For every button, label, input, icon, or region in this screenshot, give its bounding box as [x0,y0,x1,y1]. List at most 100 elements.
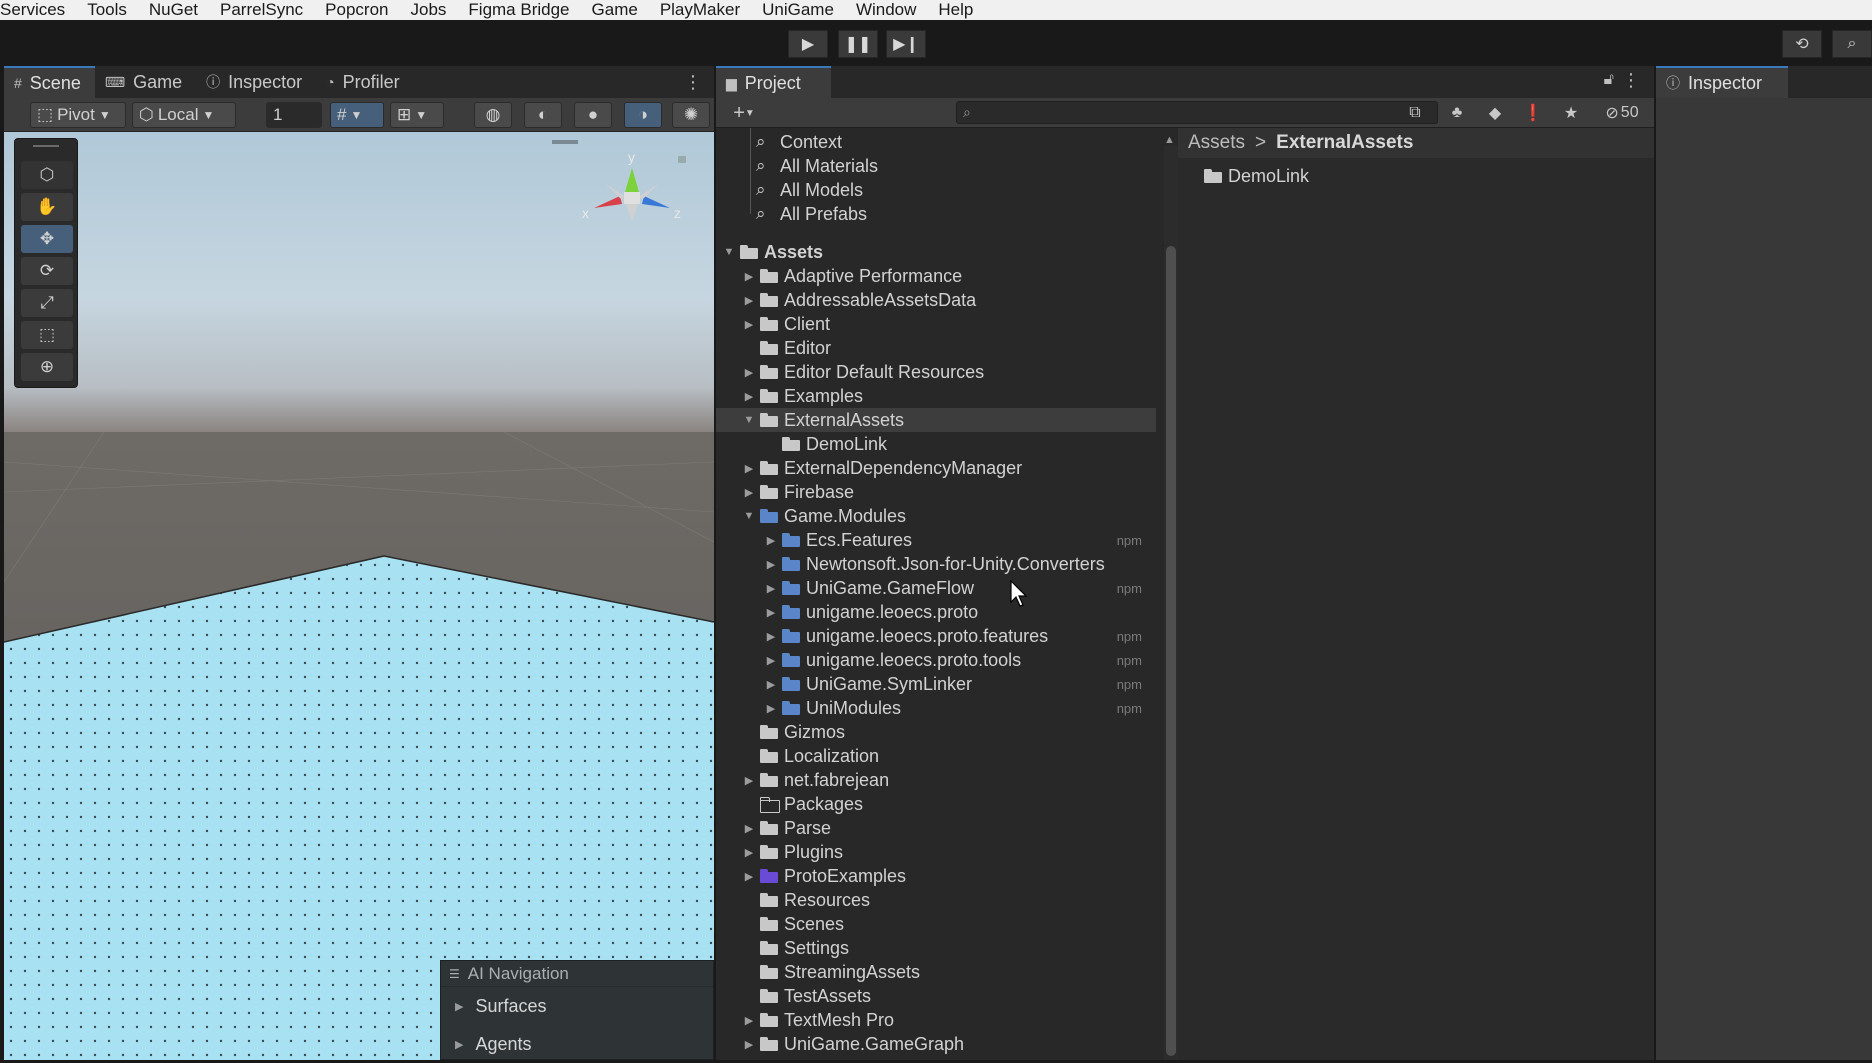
tree-item-resources[interactable]: Resources [716,888,1156,912]
favorite-item[interactable]: ⌕ Context [716,130,1156,154]
hidden-packages-button[interactable]: ⊘ 50 [1594,100,1650,126]
more-options-icon[interactable]: ⋮ [1622,70,1640,91]
drag-handle[interactable] [33,145,59,147]
ai-navigation-item-surfaces[interactable]: ▶ Surfaces [441,987,713,1025]
tab-profiler[interactable]: ◔ Profiler [316,66,413,98]
tree-item-game-modules[interactable]: ▼ Game.Modules [716,504,1156,528]
chevron-right-icon[interactable]: ▶ [742,294,756,307]
chevron-right-icon[interactable]: ▶ [764,678,778,691]
grid-size-input[interactable]: 1 [266,102,322,128]
favorite-item[interactable]: ⌕ All Prefabs [716,202,1156,226]
chevron-right-icon[interactable]: ▶ [742,390,756,403]
chevron-right-icon[interactable]: ▶ [742,366,756,379]
tree-item-unigame-symlinker[interactable]: ▶ UniGame.SymLinker npm [716,672,1156,696]
wireframe-button[interactable]: ◍ [474,102,512,128]
history-button[interactable]: ⟲ [1782,30,1822,58]
ai-navigation-header[interactable]: ☰ AI Navigation [441,961,713,987]
chevron-right-icon[interactable]: ▶ [764,582,778,595]
chevron-right-icon[interactable]: ▶ [742,774,756,787]
chevron-right-icon[interactable]: ▶ [742,318,756,331]
chevron-right-icon[interactable]: ▶ [742,870,756,883]
play-button[interactable]: ▶ [788,30,828,58]
tab-project[interactable]: ▆ Project [716,66,831,98]
chevron-right-icon[interactable]: ▶ [742,822,756,835]
create-button[interactable]: + ▼ [722,100,766,126]
menu-item-tools[interactable]: Tools [76,0,138,20]
pivot-dropdown[interactable]: ⬚ Pivot ▼ [30,102,126,128]
filter-log-button[interactable]: ❗ [1518,100,1548,126]
chevron-right-icon[interactable]: ▶ [742,846,756,859]
menu-item-jobs[interactable]: Jobs [399,0,457,20]
filter-label-button[interactable]: ◆ [1480,100,1510,126]
chevron-right-icon[interactable]: ▶ [742,270,756,283]
lit-button[interactable]: ◑ [624,102,662,128]
tree-item-demolink[interactable]: DemoLink [716,432,1156,456]
menu-item-window[interactable]: Window [845,0,927,20]
tab-inspector[interactable]: ⓘ Inspector [196,66,316,98]
tree-item-unigame-leoecs-proto-tools[interactable]: ▶ unigame.leoecs.proto.tools npm [716,648,1156,672]
view-tool-button[interactable]: ⬡ [21,161,73,189]
orientation-gizmo[interactable]: y x z [572,138,702,248]
step-button[interactable]: ▶❙ [886,30,926,58]
chevron-right-icon[interactable]: ▶ [764,630,778,643]
tree-item-protoexamples[interactable]: ▶ ProtoExamples [716,864,1156,888]
debug-draw-button[interactable]: ✺ [672,102,710,128]
scene-viewport[interactable]: ⬡ ✋ ✥ ⟳ ⤢ ⬚ ⊕ y x z [4,132,714,1060]
favorite-item[interactable]: ⌕ All Models [716,178,1156,202]
tree-item-plugins[interactable]: ▶ Plugins [716,840,1156,864]
tree-item-client[interactable]: ▶ Client [716,312,1156,336]
chevron-down-icon[interactable]: ▼ [742,510,756,522]
ai-navigation-item-agents[interactable]: ▶ Agents [441,1025,713,1063]
tree-item-addressableassetsdata[interactable]: ▶ AddressableAssetsData [716,288,1156,312]
tree-item-adaptive-performance[interactable]: ▶ Adaptive Performance [716,264,1156,288]
chevron-right-icon[interactable]: ▶ [764,606,778,619]
menu-item-parrelsync[interactable]: ParrelSync [209,0,314,20]
tree-item-firebase[interactable]: ▶ Firebase [716,480,1156,504]
menu-item-game[interactable]: Game [581,0,649,20]
tree-item-net-fabrejean[interactable]: ▶ net.fabrejean [716,768,1156,792]
tree-item-editor-default-resources[interactable]: ▶ Editor Default Resources [716,360,1156,384]
favorites-button[interactable]: ★ [1556,100,1586,126]
tree-item-scenes[interactable]: Scenes [716,912,1156,936]
menu-item-figma-bridge[interactable]: Figma Bridge [457,0,580,20]
tree-item-unigame-leoecs-proto-features[interactable]: ▶ unigame.leoecs.proto.features npm [716,624,1156,648]
content-item-demolink[interactable]: DemoLink [1204,164,1309,188]
chevron-right-icon[interactable]: ▶ [764,558,778,571]
tree-item-gizmos[interactable]: Gizmos [716,720,1156,744]
tab-inspector[interactable]: ⓘ Inspector [1656,66,1789,98]
tree-item-parse[interactable]: ▶ Parse [716,816,1156,840]
tree-item-textmesh-pro[interactable]: ▶ TextMesh Pro [716,1008,1156,1032]
tree-item-externaldependencymanager[interactable]: ▶ ExternalDependencyManager [716,456,1156,480]
favorite-item[interactable]: ⌕ All Materials [716,154,1156,178]
tree-item-settings[interactable]: Settings [716,936,1156,960]
menu-item-popcron[interactable]: Popcron [314,0,399,20]
chevron-right-icon[interactable]: ▶ [742,1038,756,1051]
menu-item-nuget[interactable]: NuGet [138,0,209,20]
pause-button[interactable]: ❚❚ [838,30,878,58]
tree-item-newtonsoft-json-for-unity-converters[interactable]: ▶ Newtonsoft.Json-for-Unity.Converters [716,552,1156,576]
chevron-down-icon[interactable]: ▼ [742,414,756,426]
tree-item-externalassets[interactable]: ▼ ExternalAssets [716,408,1156,432]
hand-tool-button[interactable]: ✋ [21,193,73,221]
search-input[interactable]: ⌕ [956,101,1438,124]
tab-game[interactable]: ⌨ Game [95,66,196,98]
tree-item-unimodules[interactable]: ▶ UniModules npm [716,696,1156,720]
tree-item-editor[interactable]: Editor [716,336,1156,360]
more-options-icon[interactable]: ⋮ [684,72,702,93]
chevron-down-icon[interactable]: ▼ [722,246,736,258]
tree-scrollbar[interactable] [1164,146,1178,1060]
menu-item-services[interactable]: Services [0,0,76,20]
tab-scene[interactable]: # Scene [4,66,95,98]
tree-item-unigame-leoecs-proto[interactable]: ▶ unigame.leoecs.proto [716,600,1156,624]
tree-item-examples[interactable]: ▶ Examples [716,384,1156,408]
breadcrumb-current[interactable]: ExternalAssets [1276,132,1413,154]
tree-item-localization[interactable]: Localization [716,744,1156,768]
increment-snap-button[interactable]: ⊞ ▼ [390,102,444,128]
chevron-right-icon[interactable]: ▶ [764,534,778,547]
tree-scrollbar-thumb[interactable] [1166,246,1176,1056]
chevron-right-icon[interactable]: ▶ [764,654,778,667]
tree-item-testassets[interactable]: TestAssets [716,984,1156,1008]
tree-item-streamingassets[interactable]: StreamingAssets [716,960,1156,984]
search-by-type-button[interactable]: ⧉ [1400,100,1430,126]
tree-item-unigame-gameflow[interactable]: ▶ UniGame.GameFlow npm [716,576,1156,600]
